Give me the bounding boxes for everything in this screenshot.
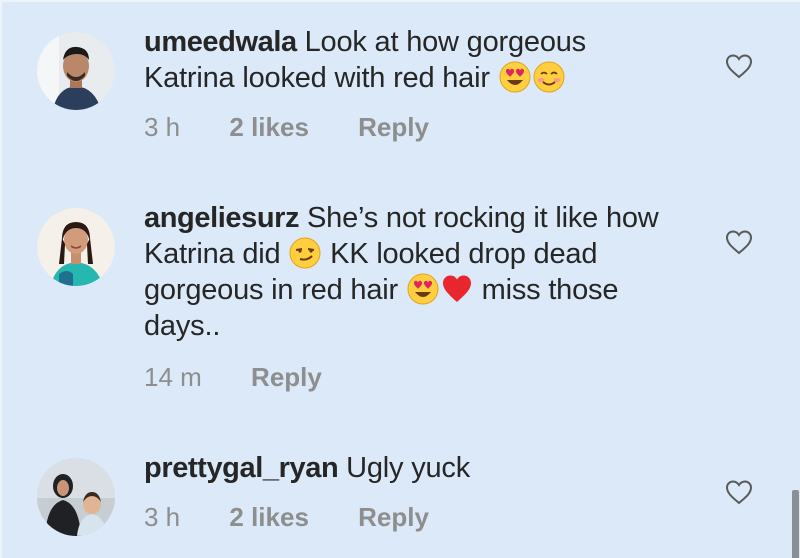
heart-outline-icon <box>725 480 753 505</box>
scrollbar[interactable] <box>792 490 799 558</box>
comment-username[interactable]: angeliesurz <box>144 202 300 234</box>
heart-outline-icon <box>725 230 753 255</box>
like-button[interactable] <box>724 52 754 80</box>
comments-panel: umeedwala Look at how gorgeous Katrina l… <box>0 0 800 558</box>
reply-button[interactable]: Reply <box>251 362 322 393</box>
avatar[interactable] <box>37 208 115 286</box>
comment-text: angeliesurz She’s not rocking it like ho… <box>144 200 684 344</box>
smirk-emoji-icon <box>289 237 321 269</box>
reply-button[interactable]: Reply <box>358 112 429 143</box>
woman-portrait-avatar-icon <box>37 208 115 286</box>
smiling-blush-emoji-icon <box>533 61 565 93</box>
comment-likes-count[interactable]: 2 likes <box>229 502 309 533</box>
comment-username[interactable]: prettygal_ryan <box>144 452 339 484</box>
comment-meta: 14 m Reply <box>144 362 322 393</box>
heart-outline-icon <box>725 54 753 79</box>
like-button[interactable] <box>724 228 754 256</box>
comment-meta: 3 h 2 likes Reply <box>144 502 429 533</box>
comment-meta: 3 h 2 likes Reply <box>144 112 429 143</box>
woman-with-child-avatar-icon <box>37 458 115 536</box>
comment-text: umeedwala Look at how gorgeous Katrina l… <box>144 24 684 96</box>
heart-eyes-emoji-icon <box>499 61 531 93</box>
reply-button[interactable]: Reply <box>358 502 429 533</box>
avatar[interactable] <box>37 32 115 110</box>
heart-eyes-emoji-icon <box>407 273 439 305</box>
like-button[interactable] <box>724 478 754 506</box>
man-portrait-avatar-icon <box>37 32 115 110</box>
avatar[interactable] <box>37 458 115 536</box>
red-heart-emoji-icon <box>441 273 473 305</box>
comment-username[interactable]: umeedwala <box>144 26 297 58</box>
comment-body: Ugly yuck <box>346 452 471 484</box>
comment-likes-count[interactable]: 2 likes <box>229 112 309 143</box>
comment-timestamp: 3 h <box>144 502 181 532</box>
comment-timestamp: 14 m <box>144 362 202 392</box>
comment-text: prettygal_ryan Ugly yuck <box>144 450 684 486</box>
comment-timestamp: 3 h <box>144 112 181 142</box>
